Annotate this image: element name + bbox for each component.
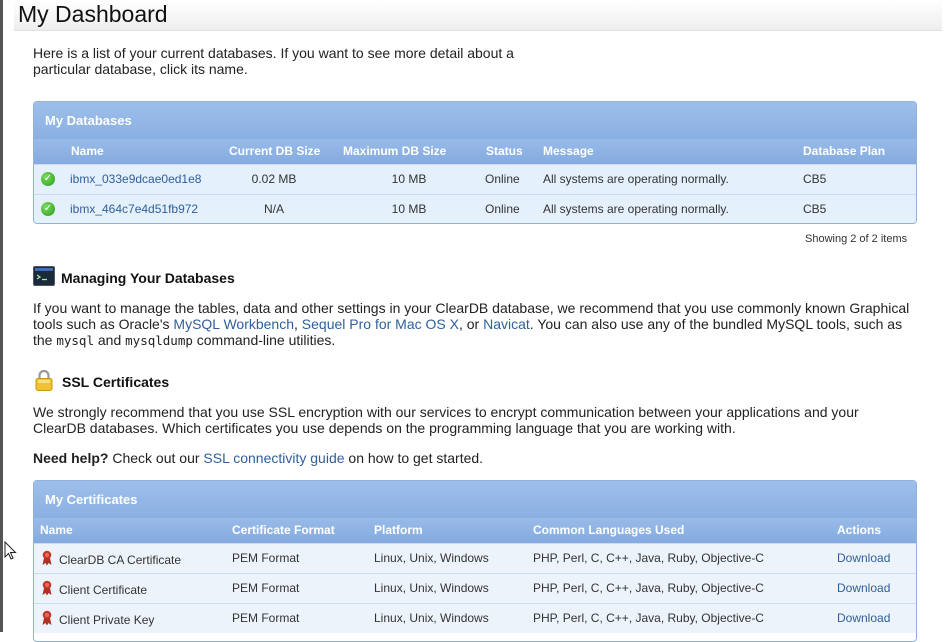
status: Online xyxy=(485,172,520,186)
max-size: 10 MB xyxy=(391,172,427,186)
certificate-ribbon-icon xyxy=(42,610,52,626)
certificates-panel: My Certificates Name Certificate Format … xyxy=(33,480,917,642)
cert-platform: Linux, Unix, Windows xyxy=(374,611,489,625)
col-cert-format[interactable]: Certificate Format xyxy=(232,518,335,543)
col-cert-name[interactable]: Name xyxy=(40,518,73,543)
sequel-pro-link[interactable]: Sequel Pro for Mac OS X xyxy=(302,316,459,332)
databases-panel-title: My Databases xyxy=(34,102,916,139)
help-text-part: Check out our xyxy=(108,450,204,466)
managing-text-part: , xyxy=(294,316,302,332)
title-bar: My Dashboard xyxy=(14,0,942,31)
cert-format: PEM Format xyxy=(232,551,300,565)
help-text-part: on how to get started. xyxy=(344,450,484,466)
intro-text: Here is a list of your current databases… xyxy=(33,45,514,77)
managing-text-part: and xyxy=(94,332,126,348)
showing-count: Showing 2 of 2 items xyxy=(805,233,908,245)
terminal-icon xyxy=(33,266,55,286)
mysql-code: mysql xyxy=(56,333,94,348)
message: All systems are operating normally. xyxy=(543,202,729,216)
cert-platform: Linux, Unix, Windows xyxy=(374,551,489,565)
max-size: 10 MB xyxy=(391,202,427,216)
page-title: My Dashboard xyxy=(18,1,168,27)
database-name-link[interactable]: ibmx_033e9dcae0ed1e8 xyxy=(70,165,201,194)
window-left-edge xyxy=(0,0,3,632)
check-circle-icon: ✓ xyxy=(41,202,55,216)
col-current-size[interactable]: Current DB Size xyxy=(229,139,320,164)
ssl-title: SSL Certificates xyxy=(62,374,170,390)
managing-text: If you want to manage the tables, data a… xyxy=(33,300,913,349)
help-line: Need help? Check out our SSL connectivit… xyxy=(33,450,483,466)
download-link[interactable]: Download xyxy=(837,574,890,603)
table-row: ✓ ibmx_464c7e4d51fb972 N/A 10 MB Online … xyxy=(34,194,916,223)
managing-text-part: , or xyxy=(458,316,484,332)
table-row: ClearDB CA Certificate PEM Format Linux,… xyxy=(34,543,916,573)
certificate-ribbon-icon xyxy=(42,580,52,596)
col-actions: Actions xyxy=(837,523,882,537)
ssl-text: We strongly recommend that you use SSL e… xyxy=(33,404,859,436)
table-row: ✓ ibmx_033e9dcae0ed1e8 0.02 MB 10 MB Onl… xyxy=(34,164,916,194)
mouse-cursor-icon xyxy=(4,541,17,560)
col-status[interactable]: Status xyxy=(486,139,523,164)
databases-column-headers: Name Current DB Size Maximum DB Size Sta… xyxy=(34,139,916,164)
download-link[interactable]: Download xyxy=(837,604,890,633)
navicat-link[interactable]: Navicat xyxy=(483,316,530,332)
current-size: 0.02 MB xyxy=(251,172,297,186)
cert-name: Client Private Key xyxy=(59,613,155,627)
cert-name: Client Certificate xyxy=(59,583,148,597)
cert-languages: PHP, Perl, C, C++, Java, Ruby, Objective… xyxy=(533,551,764,565)
certificate-ribbon-icon xyxy=(42,550,52,566)
certificates-panel-title: My Certificates xyxy=(34,481,916,518)
certificates-column-headers: Name Certificate Format Platform Common … xyxy=(34,518,916,543)
plan: CB5 xyxy=(803,202,827,216)
cert-languages: PHP, Perl, C, C++, Java, Ruby, Objective… xyxy=(533,611,764,625)
message: All systems are operating normally. xyxy=(543,172,729,186)
col-max-size[interactable]: Maximum DB Size xyxy=(343,139,446,164)
col-plan[interactable]: Database Plan xyxy=(803,139,885,164)
help-bold: Need help? xyxy=(33,450,109,466)
database-name-link[interactable]: ibmx_464c7e4d51fb972 xyxy=(70,195,198,223)
table-row: Client Private Key PEM Format Linux, Uni… xyxy=(34,603,916,633)
plan: CB5 xyxy=(803,172,827,186)
cert-name: ClearDB CA Certificate xyxy=(59,553,182,567)
col-platform[interactable]: Platform xyxy=(374,518,423,543)
lock-icon xyxy=(35,369,53,391)
cert-platform: Linux, Unix, Windows xyxy=(374,581,489,595)
col-languages[interactable]: Common Languages Used xyxy=(533,518,684,543)
check-circle-icon: ✓ xyxy=(41,172,55,186)
col-message[interactable]: Message xyxy=(543,139,594,164)
mysqldump-code: mysqldump xyxy=(125,333,193,348)
current-size: N/A xyxy=(263,202,284,216)
cert-format: PEM Format xyxy=(232,611,300,625)
cert-languages: PHP, Perl, C, C++, Java, Ruby, Objective… xyxy=(533,581,764,595)
cert-format: PEM Format xyxy=(232,581,300,595)
databases-panel: My Databases Name Current DB Size Maximu… xyxy=(33,101,917,224)
managing-text-part: command-line utilities. xyxy=(192,332,336,348)
status: Online xyxy=(485,202,520,216)
col-name[interactable]: Name xyxy=(71,139,104,164)
managing-title: Managing Your Databases xyxy=(61,270,235,286)
ssl-guide-link[interactable]: SSL connectivity guide xyxy=(203,450,344,466)
mysql-workbench-link[interactable]: MySQL Workbench xyxy=(173,316,294,332)
table-row: Client Certificate PEM Format Linux, Uni… xyxy=(34,573,916,603)
download-link[interactable]: Download xyxy=(837,544,890,573)
